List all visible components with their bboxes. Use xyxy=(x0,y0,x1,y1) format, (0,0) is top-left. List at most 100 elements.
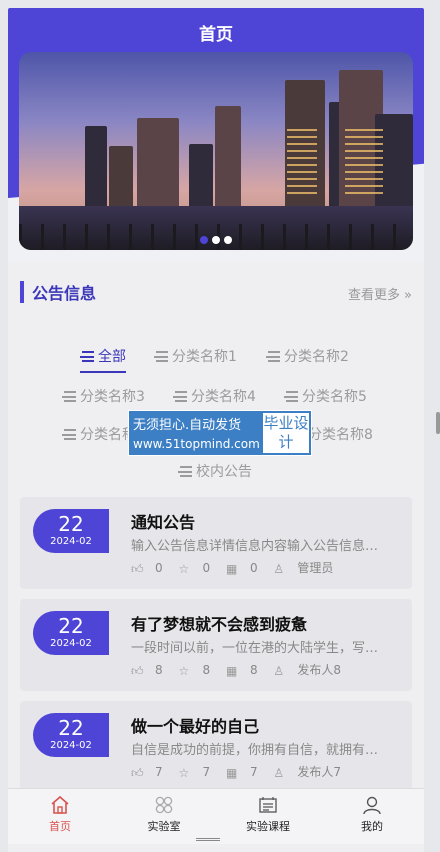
scrollbar-handle[interactable] xyxy=(436,412,440,434)
author: ♙ 发布人7 xyxy=(273,763,341,780)
likes: 👍︎ 0 xyxy=(131,561,163,576)
tab-category-4[interactable]: 分类名称4 xyxy=(173,386,256,406)
date-badge: 22 2024-02 xyxy=(33,713,109,757)
list-icon xyxy=(266,351,280,362)
date-year-month: 2024-02 xyxy=(50,638,92,649)
notice-title[interactable]: 做一个最好的自己 xyxy=(131,713,259,737)
date-year-month: 2024-02 xyxy=(50,740,92,751)
author-name: 发布人8 xyxy=(297,663,342,677)
notice-item[interactable]: 22 2024-02 通知公告 输入公告信息详情信息内容输入公告信息详情信息内容… xyxy=(20,497,412,589)
list-icon xyxy=(173,391,187,402)
list-icon xyxy=(62,429,76,440)
home-indicator xyxy=(196,838,220,841)
tab-category-3[interactable]: 分类名称3 xyxy=(62,386,145,406)
section-title: 公告信息 xyxy=(32,284,97,303)
double-chevron-right-icon: » xyxy=(404,288,412,303)
tab-label: 分类名称5 xyxy=(302,389,367,405)
star-icon: ☆ xyxy=(178,562,190,576)
favorites: ☆ 7 xyxy=(178,765,211,780)
carousel-dot-2[interactable] xyxy=(212,236,220,244)
author-name: 管理员 xyxy=(297,561,334,575)
calendar-icon: ▦ xyxy=(225,562,238,576)
list-icon xyxy=(154,351,168,362)
bottom-tab-bar: 首页 实验室 实验课程 我的 xyxy=(8,788,424,844)
list-icon xyxy=(62,391,76,402)
date-day: 22 xyxy=(58,716,84,740)
tabbar-label: 我的 xyxy=(361,820,383,833)
views-count: 8 xyxy=(249,663,258,677)
watermark-side-text: 毕业设计 xyxy=(263,414,309,451)
notice-desc: 自信是成功的前提，你拥有自信，就拥有了成功的一半 xyxy=(131,743,389,758)
notice-meta: 👍︎ 7 ☆ 7 ▦ 7 ♙ 发布人7 xyxy=(131,763,353,780)
app-frame: 首页 公告信息 查看更多 » 全部 分类名称1 分类名称2 分类名称3 分类名称4 xyxy=(8,8,424,852)
tab-label: 分类名称1 xyxy=(172,349,237,365)
likes-count: 0 xyxy=(155,561,163,575)
notice-section: 公告信息 查看更多 » 全部 分类名称1 分类名称2 分类名称3 分类名称4 分类… xyxy=(8,262,424,852)
tabbar-home[interactable]: 首页 xyxy=(8,795,112,834)
home-icon xyxy=(51,795,69,814)
author-name: 发布人7 xyxy=(297,765,342,779)
thumbs-up-icon: 👍︎ xyxy=(131,766,144,780)
notice-item[interactable]: 22 2024-02 有了梦想就不会感到疲惫 一段时间以前，一位在港的大陆学生，… xyxy=(20,599,412,691)
author: ♙ 管理员 xyxy=(273,559,333,576)
tabbar-course[interactable]: 实验课程 xyxy=(216,795,320,834)
likes: 👍︎ 8 xyxy=(131,663,163,678)
favorites-count: 8 xyxy=(202,663,211,677)
tab-label: 分类名称2 xyxy=(284,349,349,365)
user-icon xyxy=(363,796,381,815)
section-header: 公告信息 查看更多 » xyxy=(20,278,412,306)
tabbar-label: 实验室 xyxy=(147,820,181,833)
likes: 👍︎ 7 xyxy=(131,765,163,780)
grid-circles-icon xyxy=(155,796,173,814)
person-icon: ♙ xyxy=(273,562,285,576)
views: ▦ 0 xyxy=(225,561,258,576)
view-more-link[interactable]: 查看更多 » xyxy=(348,284,412,303)
star-icon: ☆ xyxy=(178,766,190,780)
notice-title[interactable]: 有了梦想就不会感到疲惫 xyxy=(131,611,307,635)
favorites-count: 7 xyxy=(202,765,211,779)
tab-campus-notice[interactable]: 校内公告 xyxy=(178,461,252,481)
tabbar-label: 首页 xyxy=(49,820,71,833)
tab-label: 分类名称4 xyxy=(191,389,256,405)
notice-title[interactable]: 通知公告 xyxy=(131,509,195,533)
date-badge: 22 2024-02 xyxy=(33,611,109,655)
likes-count: 7 xyxy=(155,765,163,779)
list-icon xyxy=(80,351,94,362)
views: ▦ 8 xyxy=(226,663,258,678)
tab-all[interactable]: 全部 xyxy=(80,346,126,373)
notice-meta: 👍︎ 8 ☆ 8 ▦ 8 ♙ 发布人8 xyxy=(131,661,353,678)
tab-label: 分类名称8 xyxy=(308,427,373,443)
person-icon: ♙ xyxy=(273,766,285,780)
carousel-dot-1[interactable] xyxy=(200,236,208,244)
calendar-icon: ▦ xyxy=(225,766,238,780)
view-more-label[interactable]: 查看更多 xyxy=(348,288,400,303)
page-title: 首页 xyxy=(199,25,233,45)
tab-label: 全部 xyxy=(98,349,126,365)
tab-category-2[interactable]: 分类名称2 xyxy=(266,346,349,366)
tabbar-lab[interactable]: 实验室 xyxy=(112,795,216,834)
date-day: 22 xyxy=(58,512,84,536)
date-day: 22 xyxy=(58,614,84,638)
banner-carousel[interactable] xyxy=(19,52,413,250)
date-badge: 22 2024-02 xyxy=(33,509,109,553)
carousel-dot-3[interactable] xyxy=(224,236,232,244)
favorites: ☆ 8 xyxy=(178,663,211,678)
tabbar-mine[interactable]: 我的 xyxy=(320,795,424,834)
tab-category-1[interactable]: 分类名称1 xyxy=(154,346,237,366)
tab-label: 校内公告 xyxy=(196,464,252,480)
notice-item[interactable]: 22 2024-02 做一个最好的自己 自信是成功的前提，你拥有自信，就拥有了成… xyxy=(20,701,412,793)
section-accent-bar xyxy=(20,281,24,303)
notice-desc: 一段时间以前，一位在港的大陆学生，写了一篇文章 xyxy=(131,641,389,656)
notice-desc: 输入公告信息详情信息内容输入公告信息详情信息内容 xyxy=(131,539,389,554)
thumbs-up-icon: 👍︎ xyxy=(131,664,144,678)
carousel-indicator[interactable] xyxy=(19,236,413,244)
author: ♙ 发布人8 xyxy=(273,661,341,678)
notice-meta: 👍︎ 0 ☆ 0 ▦ 0 ♙ 管理员 xyxy=(131,559,345,576)
favorites: ☆ 0 xyxy=(178,561,210,576)
list-icon xyxy=(178,466,192,477)
thumbs-up-icon: 👍︎ xyxy=(131,562,144,576)
board-icon xyxy=(259,797,277,813)
watermark-badge: 无须担心.自动发货 www.51topmind.com 毕业设计 xyxy=(128,410,312,456)
views: ▦ 7 xyxy=(225,765,258,780)
tab-category-5[interactable]: 分类名称5 xyxy=(284,386,367,406)
